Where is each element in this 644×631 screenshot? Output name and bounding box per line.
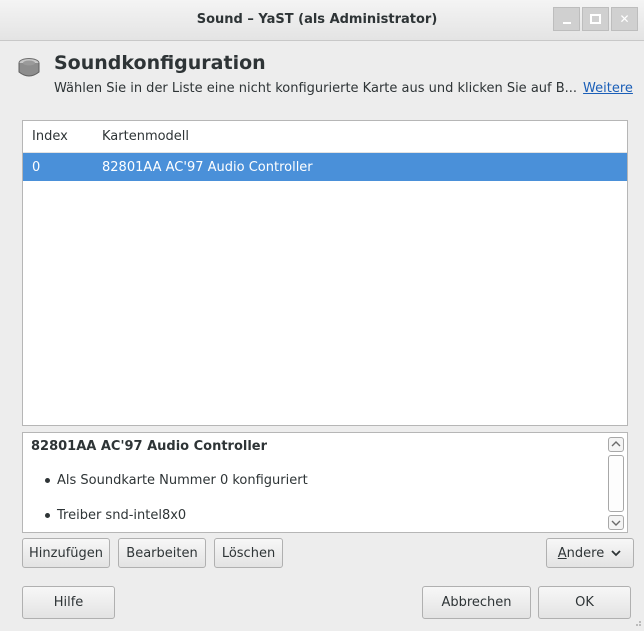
table-row[interactable]: 0 82801AA AC'97 Audio Controller	[23, 153, 627, 181]
more-link[interactable]: Weitere	[583, 81, 633, 96]
row-index-cell: 0	[32, 159, 41, 175]
page-title: Soundkonfiguration	[54, 52, 266, 74]
other-label: ndere	[566, 545, 605, 561]
details-scrollbar[interactable]	[608, 437, 624, 530]
column-header-index[interactable]: Index	[23, 129, 102, 144]
details-item-text: Als Soundkarte Nummer 0 konfiguriert	[57, 473, 308, 488]
table-header: Index Kartenmodell	[23, 121, 627, 153]
help-button[interactable]: Hilfe	[22, 586, 115, 619]
page-description: Wählen Sie in der Liste eine nicht konfi…	[54, 81, 633, 96]
edit-button[interactable]: Bearbeiten	[118, 538, 206, 568]
maximize-icon[interactable]	[582, 7, 609, 31]
scroll-track[interactable]	[608, 455, 624, 512]
minimize-icon[interactable]	[553, 7, 580, 31]
chevron-down-icon	[611, 550, 621, 557]
description-text: Wählen Sie in der Liste eine nicht konfi…	[54, 81, 578, 96]
scroll-up-icon[interactable]	[608, 437, 624, 452]
close-icon[interactable]: ✕	[611, 7, 638, 31]
row-model-cell: 82801AA AC'97 Audio Controller	[102, 159, 313, 175]
window-title: Sound – YaST (als Administrator)	[196, 12, 438, 27]
details-item: Als Soundkarte Nummer 0 konfiguriert	[45, 473, 308, 488]
sound-card-table[interactable]: Index Kartenmodell 0 82801AA AC'97 Audio…	[22, 120, 628, 426]
details-panel: 82801AA AC'97 Audio Controller Als Sound…	[22, 432, 628, 533]
scroll-down-icon[interactable]	[608, 515, 624, 530]
speaker-icon	[18, 58, 40, 82]
details-item-text: Treiber snd-intel8x0	[57, 508, 187, 523]
window-controls: ✕	[553, 7, 638, 31]
details-item: Treiber snd-intel8x0	[45, 508, 186, 523]
other-label-mnemonic: A	[557, 545, 567, 561]
bullet-icon	[45, 478, 50, 483]
bullet-icon	[45, 513, 50, 518]
window-titlebar[interactable]: Sound – YaST (als Administrator) ✕	[0, 0, 644, 41]
other-menu-button[interactable]: Andere	[546, 538, 634, 568]
delete-button[interactable]: Löschen	[214, 538, 283, 568]
column-header-model[interactable]: Kartenmodell	[102, 129, 189, 144]
add-button[interactable]: Hinzufügen	[22, 538, 110, 568]
resize-grip-icon[interactable]	[632, 616, 642, 626]
cancel-button[interactable]: Abbrechen	[422, 586, 531, 619]
ok-button[interactable]: OK	[538, 586, 631, 619]
details-title: 82801AA AC'97 Audio Controller	[31, 439, 268, 454]
